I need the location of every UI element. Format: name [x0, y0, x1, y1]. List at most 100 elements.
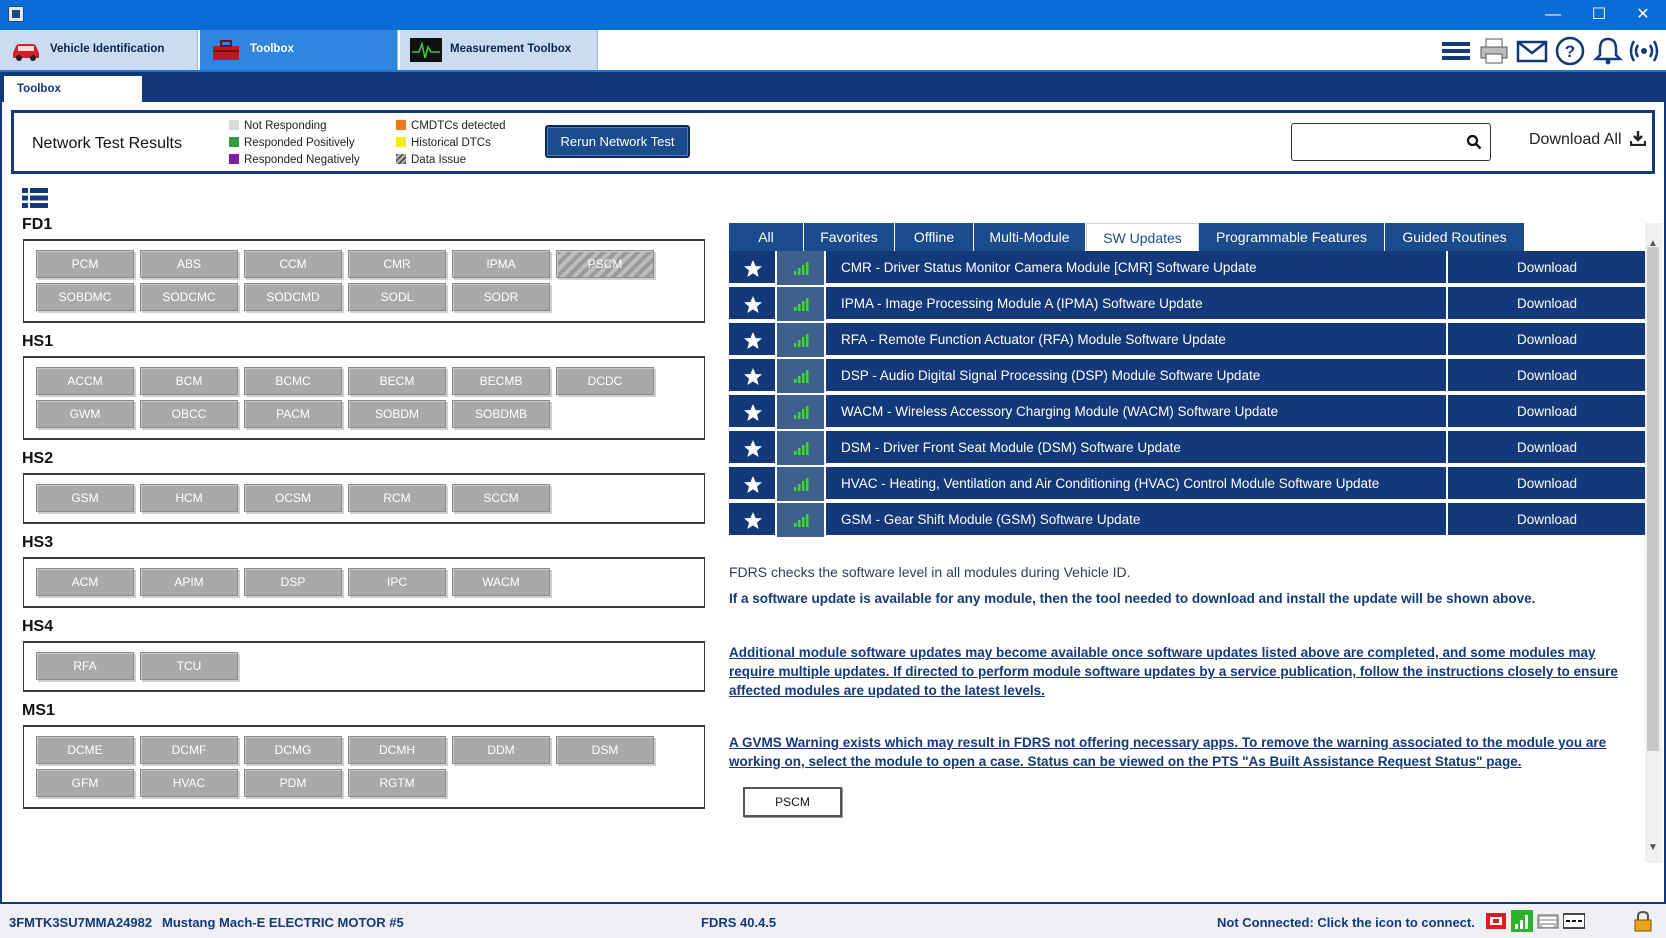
search-icon[interactable]: [1466, 134, 1482, 150]
bell-icon[interactable]: [1592, 36, 1624, 66]
keyboard-icon[interactable]: [1537, 910, 1559, 932]
module-button[interactable]: DCMG: [244, 736, 342, 764]
module-button-data-issue[interactable]: PSCM: [556, 250, 654, 278]
maximize-button[interactable]: ☐: [1576, 0, 1622, 30]
module-button[interactable]: OCSM: [244, 484, 342, 512]
download-button[interactable]: Download: [1446, 287, 1646, 321]
minimize-button[interactable]: —: [1530, 0, 1576, 30]
module-button[interactable]: OBCC: [140, 400, 238, 428]
download-button[interactable]: Download: [1446, 323, 1646, 357]
module-button[interactable]: SODR: [452, 283, 550, 311]
lock-icon[interactable]: [1632, 910, 1654, 932]
module-button[interactable]: RCM: [348, 484, 446, 512]
tab-toolbox-sub[interactable]: Toolbox: [4, 76, 142, 102]
module-button[interactable]: IPC: [348, 568, 446, 596]
tab-sw-updates[interactable]: SW Updates: [1086, 223, 1199, 251]
right-panel-scrollbar[interactable]: ▲ ▼: [1645, 223, 1662, 863]
table-row[interactable]: CMR - Driver Status Monitor Camera Modul…: [729, 251, 1646, 285]
module-button[interactable]: RGTM: [348, 769, 446, 797]
download-button[interactable]: Download: [1446, 431, 1646, 465]
module-button[interactable]: SODCMC: [140, 283, 238, 311]
module-button[interactable]: HCM: [140, 484, 238, 512]
tab-programmable-features[interactable]: Programmable Features: [1199, 223, 1385, 251]
favorite-star-icon[interactable]: [729, 251, 777, 285]
download-button[interactable]: Download: [1446, 359, 1646, 393]
download-button[interactable]: Download: [1446, 251, 1646, 285]
module-button[interactable]: SODL: [348, 283, 446, 311]
printer-icon[interactable]: [1478, 36, 1510, 66]
table-row[interactable]: RFA - Remote Function Actuator (RFA) Mod…: [729, 323, 1646, 357]
module-button[interactable]: DCDC: [556, 367, 654, 395]
menu-icon[interactable]: [1440, 36, 1472, 66]
module-button[interactable]: SOBDMB: [452, 400, 550, 428]
favorite-star-icon[interactable]: [729, 431, 777, 465]
module-button[interactable]: SOBDM: [348, 400, 446, 428]
search-input[interactable]: [1291, 123, 1491, 161]
favorite-star-icon[interactable]: [729, 395, 777, 429]
rerun-network-test-button[interactable]: Rerun Network Test: [545, 125, 690, 158]
help-icon[interactable]: ?: [1554, 36, 1586, 66]
pscm-case-button[interactable]: PSCM: [743, 787, 842, 817]
scroll-down-icon[interactable]: ▼: [1648, 843, 1658, 853]
module-button[interactable]: BECM: [348, 367, 446, 395]
module-button[interactable]: GWM: [36, 400, 134, 428]
download-button[interactable]: Download: [1446, 395, 1646, 429]
table-row[interactable]: WACM - Wireless Accessory Charging Modul…: [729, 395, 1646, 429]
download-button[interactable]: Download: [1446, 467, 1646, 501]
table-row[interactable]: DSM - Driver Front Seat Module (DSM) Sof…: [729, 431, 1646, 465]
list-view-icon[interactable]: [22, 187, 48, 209]
module-button[interactable]: GFM: [36, 769, 134, 797]
wireless-icon[interactable]: [1628, 36, 1660, 66]
module-button[interactable]: DCME: [36, 736, 134, 764]
module-button[interactable]: APIM: [140, 568, 238, 596]
module-button[interactable]: IPMA: [452, 250, 550, 278]
tab-multi-module[interactable]: Multi-Module: [974, 223, 1086, 251]
favorite-star-icon[interactable]: [729, 503, 777, 537]
module-button[interactable]: PDM: [244, 769, 342, 797]
module-button[interactable]: PACM: [244, 400, 342, 428]
gvms-warning-link[interactable]: A GVMS Warning exists which may result i…: [729, 733, 1639, 771]
module-button[interactable]: ABS: [140, 250, 238, 278]
module-button[interactable]: ACCM: [36, 367, 134, 395]
tab-vehicle-identification[interactable]: Vehicle Identification: [0, 30, 198, 70]
vci-disconnected-icon[interactable]: [1485, 910, 1507, 932]
signal-bars-icon[interactable]: [1511, 910, 1533, 932]
tab-guided-routines[interactable]: Guided Routines: [1385, 223, 1525, 251]
module-button[interactable]: ACM: [36, 568, 134, 596]
download-all-button[interactable]: Download All: [1529, 130, 1647, 149]
tab-offline[interactable]: Offline: [895, 223, 974, 251]
favorite-star-icon[interactable]: [729, 323, 777, 357]
table-row[interactable]: IPMA - Image Processing Module A (IPMA) …: [729, 287, 1646, 321]
tab-measurement-toolbox[interactable]: Measurement Toolbox: [400, 30, 598, 70]
module-button[interactable]: CMR: [348, 250, 446, 278]
module-button[interactable]: DSP: [244, 568, 342, 596]
module-button[interactable]: DSM: [556, 736, 654, 764]
module-button[interactable]: BCMC: [244, 367, 342, 395]
module-button[interactable]: TCU: [140, 652, 238, 680]
module-button[interactable]: GSM: [36, 484, 134, 512]
module-button[interactable]: WACM: [452, 568, 550, 596]
favorite-star-icon[interactable]: [729, 467, 777, 501]
module-button[interactable]: SOBDMC: [36, 283, 134, 311]
table-row[interactable]: GSM - Gear Shift Module (GSM) Software U…: [729, 503, 1646, 537]
scroll-thumb[interactable]: [1647, 247, 1659, 751]
module-button[interactable]: PCM: [36, 250, 134, 278]
module-button[interactable]: DCMF: [140, 736, 238, 764]
favorite-star-icon[interactable]: [729, 359, 777, 393]
table-row[interactable]: DSP - Audio Digital Signal Processing (D…: [729, 359, 1646, 393]
module-button[interactable]: BECMB: [452, 367, 550, 395]
close-button[interactable]: ✕: [1620, 0, 1666, 30]
table-row[interactable]: HVAC - Heating, Ventilation and Air Cond…: [729, 467, 1646, 501]
mail-icon[interactable]: [1516, 36, 1548, 66]
tab-toolbox[interactable]: Toolbox: [200, 30, 398, 70]
battery-indicator-icon[interactable]: [1563, 910, 1585, 932]
tab-favorites[interactable]: Favorites: [804, 223, 895, 251]
additional-updates-link[interactable]: Additional module software updates may b…: [729, 643, 1639, 700]
favorite-star-icon[interactable]: [729, 287, 777, 321]
module-button[interactable]: DDM: [452, 736, 550, 764]
module-button[interactable]: DCMH: [348, 736, 446, 764]
module-button[interactable]: BCM: [140, 367, 238, 395]
module-button[interactable]: RFA: [36, 652, 134, 680]
module-button[interactable]: CCM: [244, 250, 342, 278]
tab-all[interactable]: All: [729, 223, 804, 251]
